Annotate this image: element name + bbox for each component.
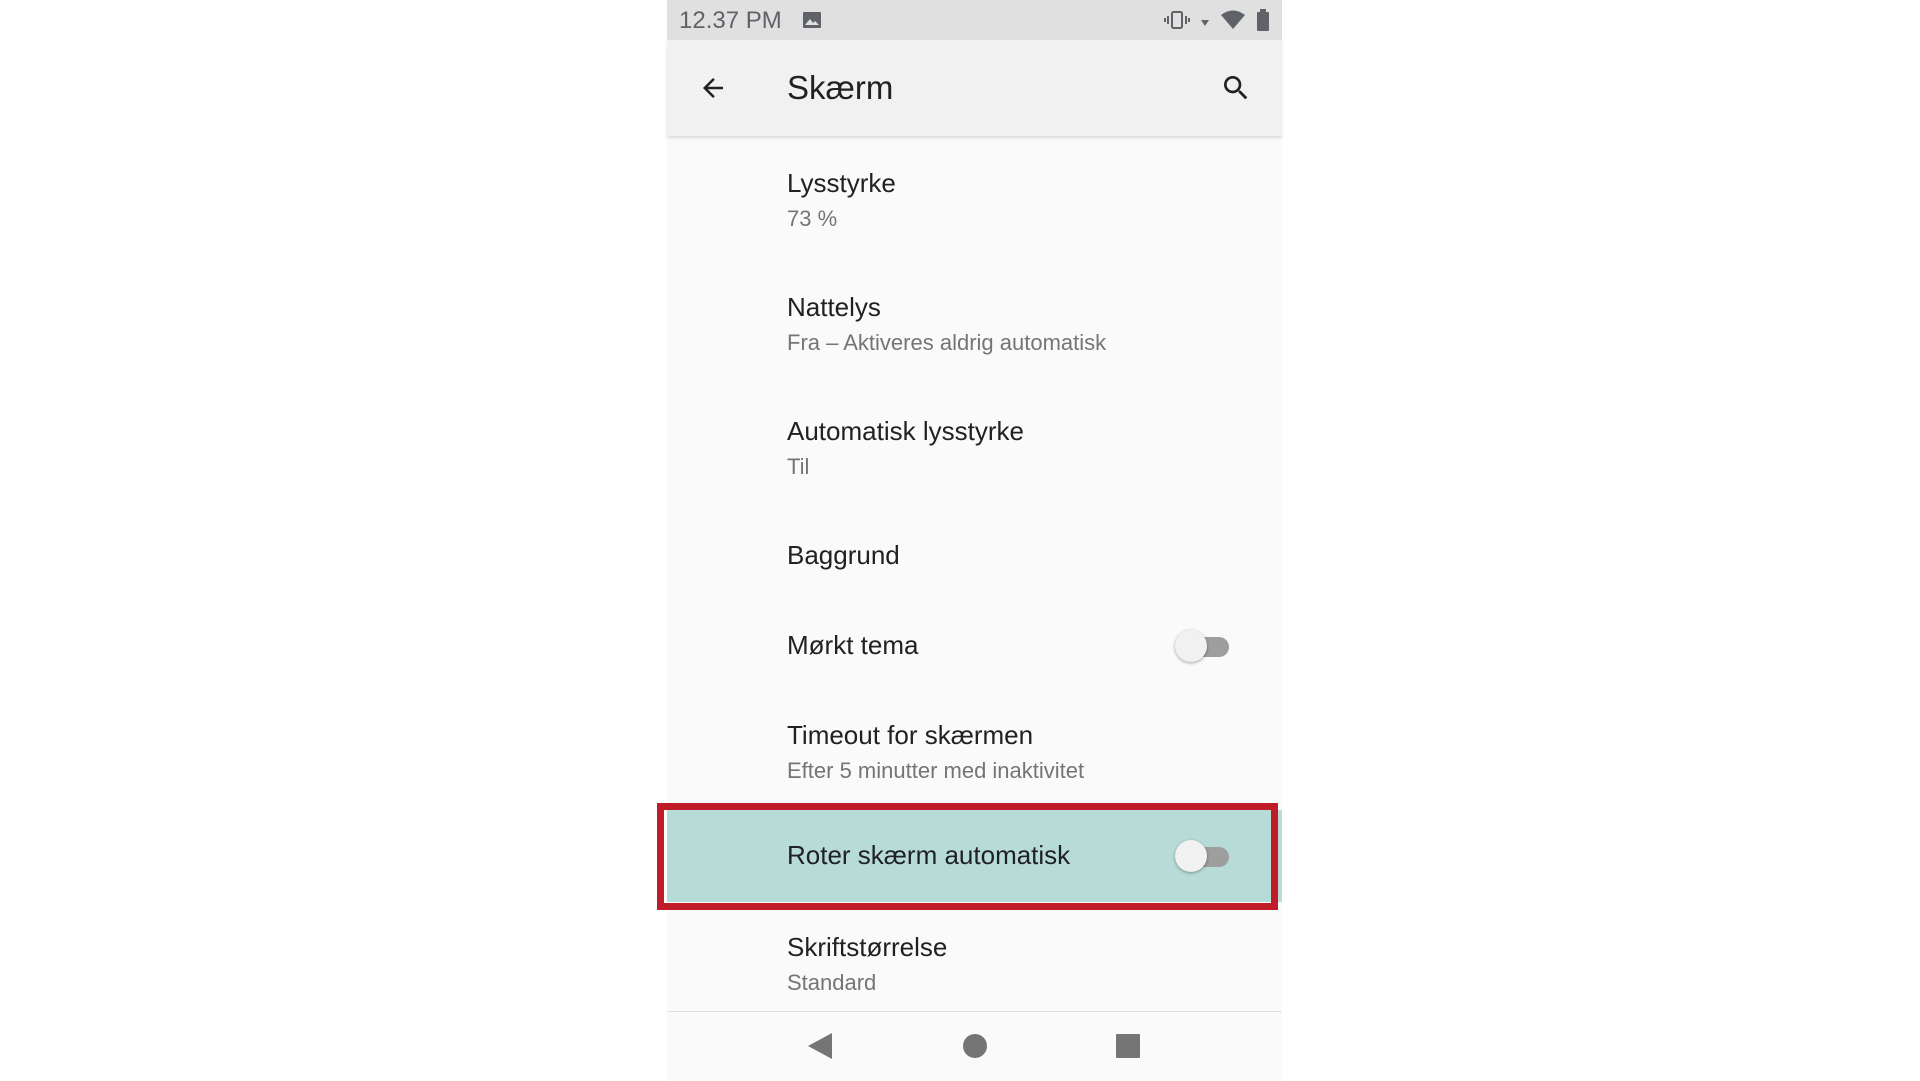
data-arrows-icon [1200, 10, 1210, 35]
vibrate-icon [1164, 10, 1190, 35]
status-bar: 12.37 PM [667, 0, 1282, 40]
search-button[interactable] [1212, 64, 1260, 112]
wifi-icon [1220, 10, 1246, 35]
navigation-bar [667, 1011, 1282, 1081]
nav-home-button[interactable] [957, 1028, 993, 1064]
setting-dark-theme[interactable]: Mørkt tema [667, 600, 1282, 692]
setting-adaptive-brightness[interactable]: Automatisk lysstyrke Til [667, 384, 1282, 508]
setting-title: Baggrund [787, 540, 900, 570]
setting-brightness[interactable]: Lysstyrke 73 % [667, 136, 1282, 260]
setting-subtitle: Efter 5 minutter med inaktivitet [787, 758, 1085, 783]
image-icon [802, 10, 822, 30]
setting-wallpaper[interactable]: Baggrund [667, 508, 1282, 600]
setting-title: Mørkt tema [787, 630, 919, 660]
setting-screen-timeout[interactable]: Timeout for skærmen Efter 5 minutter med… [667, 692, 1282, 810]
setting-subtitle: Standard [787, 970, 877, 995]
nav-home-icon [963, 1034, 987, 1058]
setting-title: Lysstyrke [787, 168, 896, 198]
arrow-back-icon [703, 78, 723, 98]
nav-recents-icon [1116, 1034, 1140, 1058]
back-button[interactable] [689, 64, 737, 112]
setting-font-size[interactable]: Skriftstørrelse Standard [667, 902, 1282, 1011]
toggle-thumb [1175, 630, 1207, 662]
nav-recents-button[interactable] [1110, 1028, 1146, 1064]
dark-theme-toggle[interactable] [1175, 626, 1235, 666]
nav-back-icon [808, 1033, 832, 1059]
nav-back-button[interactable] [802, 1028, 838, 1064]
page-title: Skærm [787, 69, 894, 106]
setting-subtitle: 73 % [787, 206, 838, 231]
setting-subtitle: Til [787, 454, 810, 479]
status-time: 12.37 PM [679, 7, 782, 34]
setting-subtitle: Fra – Aktiveres aldrig automatisk [787, 330, 1107, 355]
search-icon [1224, 76, 1248, 100]
setting-title: Skriftstørrelse [787, 932, 948, 962]
highlight-frame [657, 803, 1278, 910]
setting-title: Timeout for skærmen [787, 720, 1034, 750]
app-bar: Skærm [667, 40, 1282, 136]
status-icons [1164, 9, 1270, 36]
setting-title: Automatisk lysstyrke [787, 416, 1024, 446]
setting-night-light[interactable]: Nattelys Fra – Aktiveres aldrig automati… [667, 260, 1282, 384]
setting-title: Nattelys [787, 292, 881, 322]
battery-icon [1256, 9, 1270, 36]
phone-screen: 12.37 PM Skærm Lysstyrke 73 % Nattelys F… [667, 0, 1282, 1081]
